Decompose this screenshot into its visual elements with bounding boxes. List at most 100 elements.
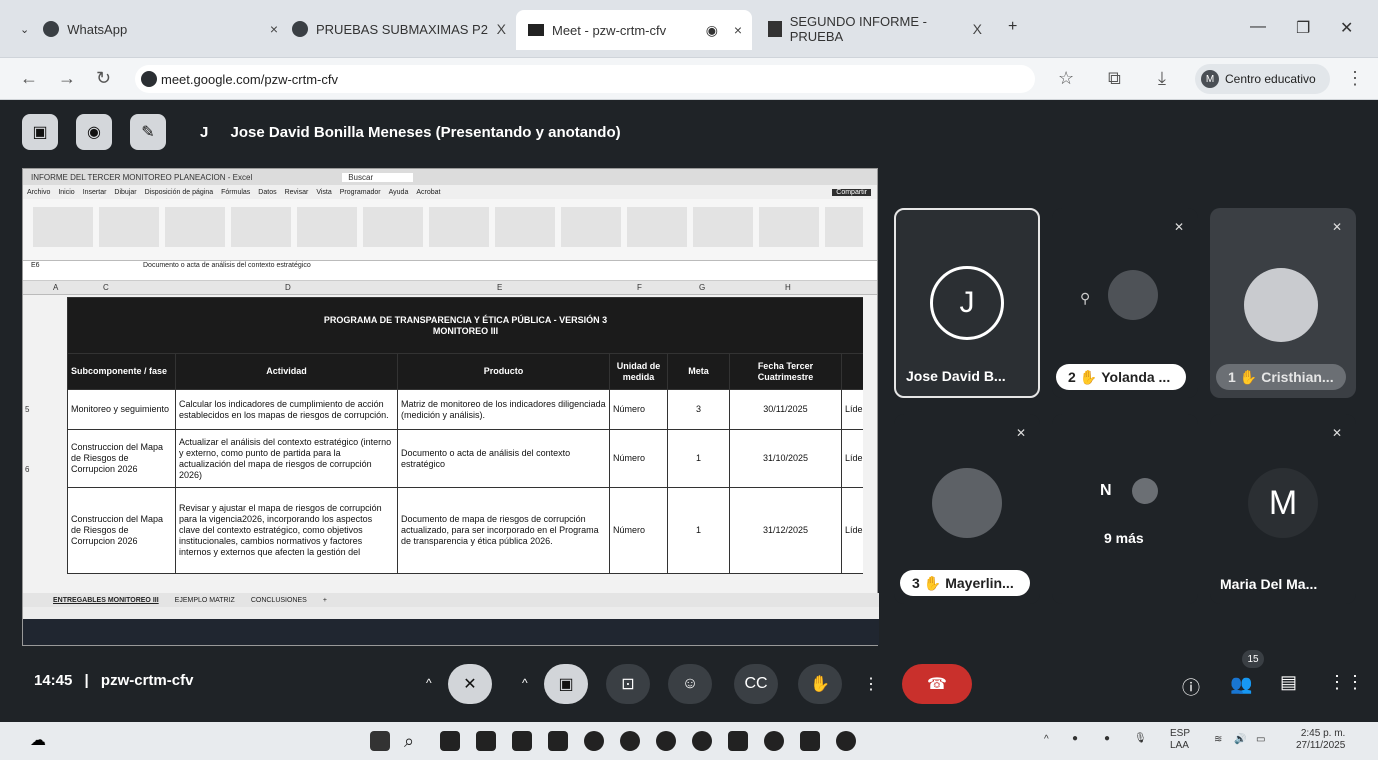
menu-acrobat[interactable]: Acrobat xyxy=(416,189,440,196)
edge-icon[interactable] xyxy=(656,731,676,751)
back-icon[interactable]: ← xyxy=(20,68,38,89)
restore-icon[interactable]: ❐ xyxy=(1296,18,1310,38)
col-e[interactable]: E xyxy=(497,283,502,292)
leave-call-button[interactable]: ☎ xyxy=(902,664,972,704)
col-g[interactable]: G xyxy=(699,283,705,292)
row-number[interactable]: 5 xyxy=(25,405,37,414)
participant-tile[interactable]: J Jose David B... xyxy=(894,208,1040,398)
menu-revisar[interactable]: Revisar xyxy=(285,189,309,196)
audio-options-icon[interactable]: ^ xyxy=(426,676,432,690)
sheet-grid[interactable]: PROGRAMA DE TRANSPARENCIA Y ÉTICA PÚBLIC… xyxy=(67,297,863,587)
mic-toggle-button[interactable]: ✕ xyxy=(448,664,492,704)
annotate-icon[interactable]: ✎ xyxy=(130,114,166,150)
chrome-icon[interactable] xyxy=(764,731,784,751)
row-number[interactable]: 6 xyxy=(25,465,37,474)
share-button[interactable]: Compartir xyxy=(832,188,871,196)
cell-extra[interactable]: Líder xyxy=(840,487,863,574)
tab-pruebas[interactable]: PRUEBAS SUBMAXIMAS P2 X xyxy=(280,12,516,46)
cell-date[interactable]: 31/10/2025 xyxy=(729,429,842,488)
header-subcomponente[interactable]: Subcomponente / fase xyxy=(67,353,176,390)
cell-act[interactable]: Calcular los indicadores de cumplimiento… xyxy=(175,389,398,430)
ribbon-groups[interactable] xyxy=(33,207,863,247)
col-d[interactable]: D xyxy=(285,283,291,292)
participant-tile[interactable]: ✕ 3 ✋ Mayerlin... xyxy=(894,414,1040,604)
microphone-icon[interactable]: 🎙 xyxy=(1134,733,1147,745)
close-tab-icon[interactable]: × xyxy=(734,22,742,38)
download-icon[interactable]: ⤓ xyxy=(1158,68,1166,89)
app-icon[interactable] xyxy=(512,731,532,751)
chat-icon[interactable]: ▤ xyxy=(1280,672,1297,693)
forward-icon[interactable]: → xyxy=(58,68,76,89)
header-actividad[interactable]: Actividad xyxy=(175,353,398,390)
menu-ayuda[interactable]: Ayuda xyxy=(389,189,409,196)
formula-bar[interactable]: E6 Documento o acta de análisis del cont… xyxy=(23,261,877,281)
extensions-icon[interactable]: ⧉ xyxy=(1108,68,1121,89)
excel-search[interactable]: Buscar xyxy=(342,172,414,182)
captions-button[interactable]: CC xyxy=(734,664,778,704)
taskview-icon[interactable] xyxy=(440,731,460,751)
pin-icon[interactable]: ⚲ xyxy=(1080,290,1090,307)
tray-overflow-icon[interactable]: ^ xyxy=(1044,734,1049,746)
windows-start-icon[interactable] xyxy=(370,731,390,751)
people-icon[interactable]: 👥 xyxy=(1230,674,1252,695)
youtube-icon[interactable] xyxy=(728,731,748,751)
battery-icon[interactable]: ▭ xyxy=(1256,734,1265,746)
raise-hand-button[interactable]: ✋ xyxy=(798,664,842,704)
activities-icon[interactable]: ⋮⋮ xyxy=(1328,672,1364,693)
cell-unit[interactable]: Número xyxy=(609,389,668,430)
reactions-button[interactable]: ☺ xyxy=(668,664,712,704)
sheet-tab-entregables[interactable]: ENTREGABLES MONITOREO III xyxy=(53,597,159,604)
chrome-icon[interactable] xyxy=(836,731,856,751)
close-tab-icon[interactable]: × xyxy=(270,21,278,37)
menu-programador[interactable]: Programador xyxy=(340,189,381,196)
menu-insertar[interactable]: Insertar xyxy=(83,189,107,196)
hp-icon[interactable] xyxy=(584,731,604,751)
info-icon[interactable]: ⓘ xyxy=(1182,674,1200,700)
minimize-icon[interactable]: — xyxy=(1250,18,1266,36)
col-h[interactable]: H xyxy=(785,283,791,292)
cell-act[interactable]: Actualizar el análisis del contexto estr… xyxy=(175,429,398,488)
cell-unit[interactable]: Número xyxy=(609,429,668,488)
tray-app-icon[interactable]: ● xyxy=(1072,733,1078,745)
word-icon[interactable] xyxy=(800,731,820,751)
language-indicator[interactable]: ESP LAA xyxy=(1170,728,1190,752)
weather-icon[interactable]: ☁ xyxy=(30,730,46,750)
reload-icon[interactable]: ↻ xyxy=(96,68,111,89)
cell-meta[interactable]: 1 xyxy=(667,487,730,574)
facebook-icon[interactable] xyxy=(692,731,712,751)
col-f[interactable]: F xyxy=(637,283,642,292)
profile-button[interactable]: M Centro educativo xyxy=(1195,64,1330,94)
menu-formulas[interactable]: Fórmulas xyxy=(221,189,250,196)
cell-extra[interactable]: Líder xyxy=(840,429,863,488)
url-field[interactable]: meet.google.com/pzw-crtm-cfv xyxy=(135,65,1035,93)
record-icon[interactable]: ◉ xyxy=(76,114,112,150)
menu-inicio[interactable]: Inicio xyxy=(58,189,74,196)
participant-tile[interactable]: ✕ M Maria Del Ma... xyxy=(1210,414,1356,604)
edge-icon[interactable] xyxy=(620,731,640,751)
present-button[interactable]: ⊡ xyxy=(606,664,650,704)
col-c[interactable]: C xyxy=(103,283,109,292)
video-options-icon[interactable]: ^ xyxy=(522,676,528,690)
more-options-button[interactable]: ⋮ xyxy=(856,664,886,704)
tray-app-icon[interactable]: ● xyxy=(1104,733,1110,745)
sheet-tab-conclusiones[interactable]: CONCLUSIONES xyxy=(251,597,307,604)
close-tab-icon[interactable]: X xyxy=(497,21,506,37)
sheet-tab-ejemplo[interactable]: EJEMPLO MATRIZ xyxy=(175,597,235,604)
wifi-icon[interactable]: ≋ xyxy=(1214,734,1222,746)
cell-ref[interactable]: E6 xyxy=(31,261,40,270)
cell-act[interactable]: Revisar y ajustar el mapa de riesgos de … xyxy=(175,487,398,574)
cell-prod[interactable]: Documento o acta de análisis del context… xyxy=(397,429,610,488)
add-sheet-icon[interactable]: + xyxy=(323,597,327,604)
tab-whatsapp[interactable]: ⌄ WhatsApp × xyxy=(8,12,288,46)
close-window-icon[interactable]: ✕ xyxy=(1340,18,1353,38)
volume-icon[interactable]: 🔊 xyxy=(1234,734,1246,746)
participant-tile[interactable]: ✕ 1 ✋ Cristhian... xyxy=(1210,208,1356,398)
header-producto[interactable]: Producto xyxy=(397,353,610,390)
clock[interactable]: 2:45 p. m. 27/11/2025 xyxy=(1296,728,1345,752)
cell-sub[interactable]: Construccion del Mapa de Riesgos de Corr… xyxy=(67,429,176,488)
menu-dibujar[interactable]: Dibujar xyxy=(114,189,136,196)
header-unidad[interactable]: Unidad de medida xyxy=(609,353,668,390)
col-a[interactable]: A xyxy=(53,283,58,292)
cell-meta[interactable]: 1 xyxy=(667,429,730,488)
cell-extra[interactable]: Líder xyxy=(840,389,863,430)
